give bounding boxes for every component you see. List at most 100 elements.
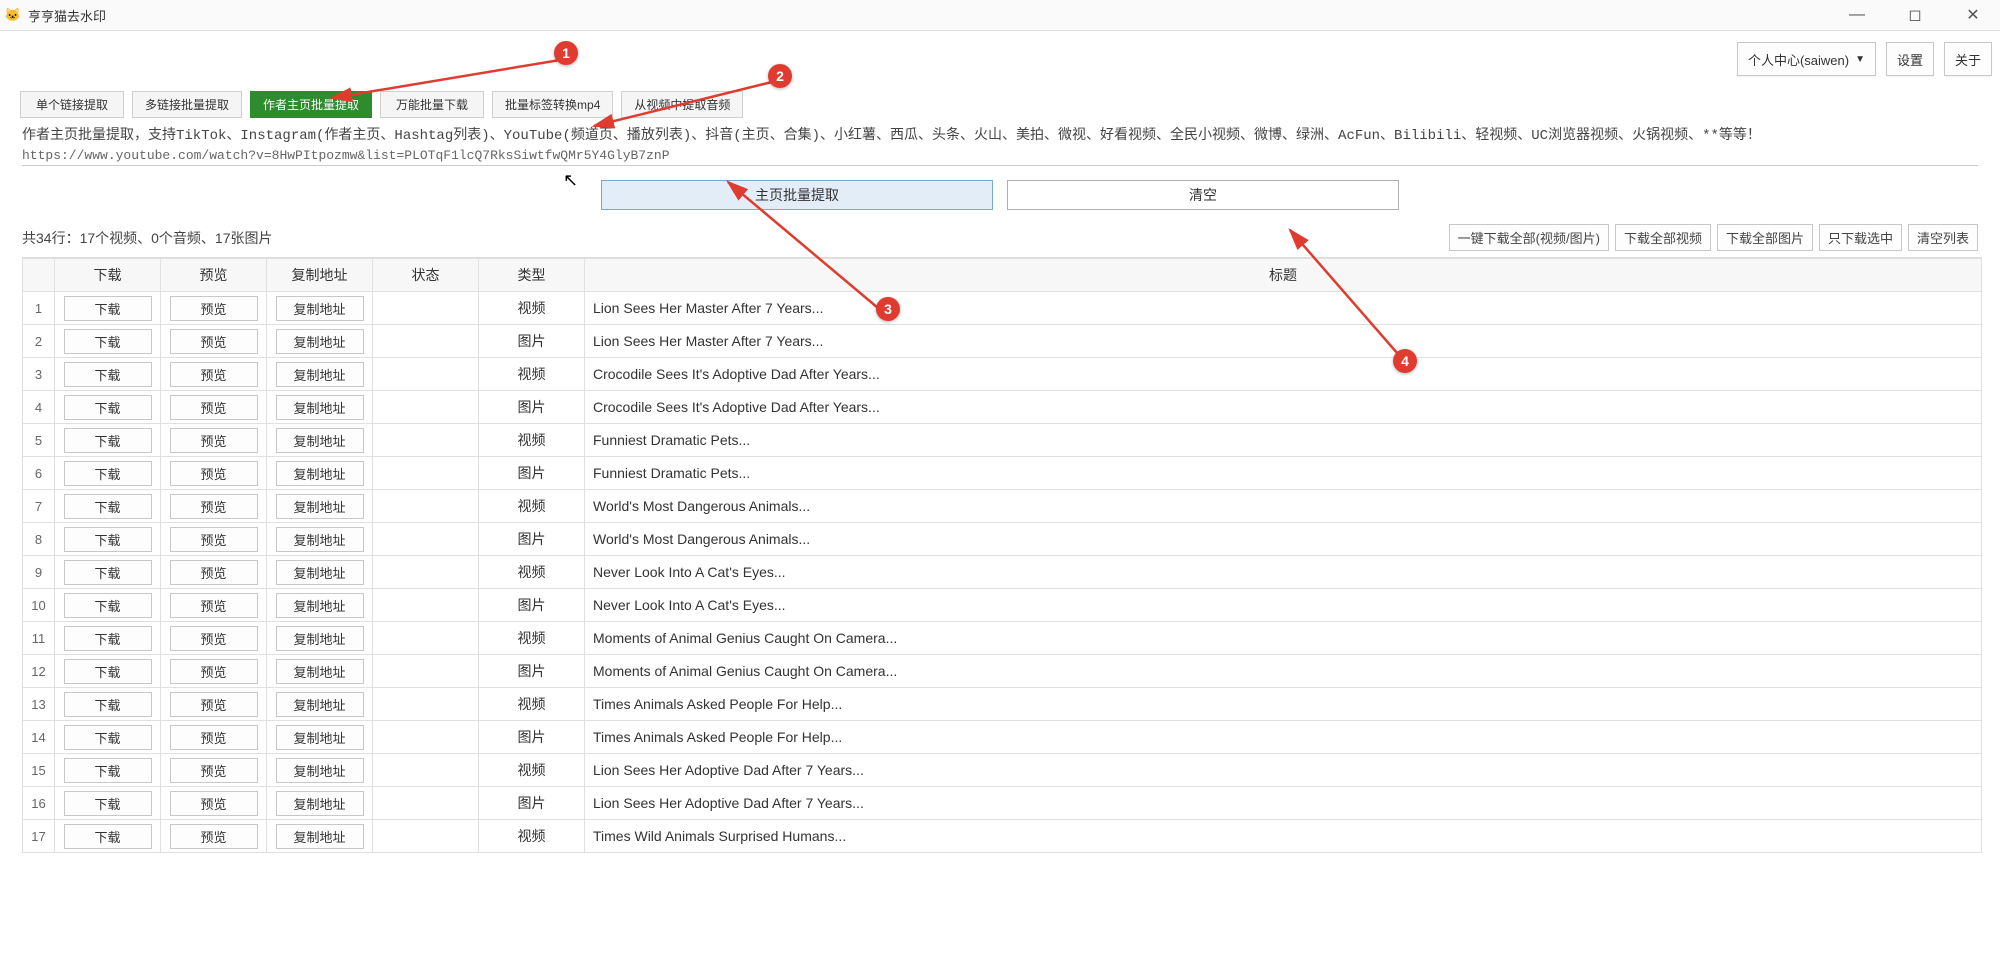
row-preview-button[interactable]: 预览 <box>170 659 258 684</box>
clear-list-button[interactable]: 清空列表 <box>1908 224 1978 251</box>
row-preview-button[interactable]: 预览 <box>170 362 258 387</box>
cell-copy: 复制地址 <box>267 490 373 523</box>
table-row[interactable]: 3下载预览复制地址视频Crocodile Sees It's Adoptive … <box>23 358 1982 391</box>
row-preview-button[interactable]: 预览 <box>170 791 258 816</box>
table-row[interactable]: 12下载预览复制地址图片Moments of Animal Genius Cau… <box>23 655 1982 688</box>
row-preview-button[interactable]: 预览 <box>170 725 258 750</box>
table-row[interactable]: 9下载预览复制地址视频Never Look Into A Cat's Eyes.… <box>23 556 1982 589</box>
row-preview-button[interactable]: 预览 <box>170 692 258 717</box>
extract-button[interactable]: 主页批量提取 <box>601 180 993 210</box>
row-download-button[interactable]: 下载 <box>64 659 152 684</box>
table-row[interactable]: 11下载预览复制地址视频Moments of Animal Genius Cau… <box>23 622 1982 655</box>
row-download-button[interactable]: 下载 <box>64 395 152 420</box>
cell-preview: 预览 <box>161 523 267 556</box>
url-input[interactable] <box>22 146 1978 166</box>
row-preview-button[interactable]: 预览 <box>170 626 258 651</box>
table-row[interactable]: 17下载预览复制地址视频Times Wild Animals Surprised… <box>23 820 1982 853</box>
row-copy-button[interactable]: 复制地址 <box>276 527 364 552</box>
table-row[interactable]: 7下载预览复制地址视频World's Most Dangerous Animal… <box>23 490 1982 523</box>
maximize-button[interactable]: ◻ <box>1892 2 1938 28</box>
table-row[interactable]: 13下载预览复制地址视频Times Animals Asked People F… <box>23 688 1982 721</box>
col-preview: 预览 <box>161 259 267 292</box>
table-row[interactable]: 10下载预览复制地址图片Never Look Into A Cat's Eyes… <box>23 589 1982 622</box>
settings-button[interactable]: 设置 <box>1886 42 1934 76</box>
row-preview-button[interactable]: 预览 <box>170 593 258 618</box>
window-title: 亨亨猫去水印 <box>28 6 1834 25</box>
row-copy-button[interactable]: 复制地址 <box>276 758 364 783</box>
download-selected-button[interactable]: 只下载选中 <box>1819 224 1902 251</box>
cell-title: Never Look Into A Cat's Eyes... <box>585 589 1982 622</box>
row-copy-button[interactable]: 复制地址 <box>276 494 364 519</box>
row-copy-button[interactable]: 复制地址 <box>276 560 364 585</box>
row-preview-button[interactable]: 预览 <box>170 329 258 354</box>
row-copy-button[interactable]: 复制地址 <box>276 395 364 420</box>
row-preview-button[interactable]: 预览 <box>170 560 258 585</box>
row-preview-button[interactable]: 预览 <box>170 296 258 321</box>
row-preview-button[interactable]: 预览 <box>170 461 258 486</box>
row-copy-button[interactable]: 复制地址 <box>276 791 364 816</box>
row-download-button[interactable]: 下载 <box>64 593 152 618</box>
tab-1[interactable]: 多链接批量提取 <box>132 91 242 118</box>
cell-type: 图片 <box>479 457 585 490</box>
cell-status <box>373 490 479 523</box>
table-row[interactable]: 8下载预览复制地址图片World's Most Dangerous Animal… <box>23 523 1982 556</box>
row-copy-button[interactable]: 复制地址 <box>276 692 364 717</box>
row-download-button[interactable]: 下载 <box>64 725 152 750</box>
download-images-button[interactable]: 下载全部图片 <box>1717 224 1813 251</box>
row-preview-button[interactable]: 预览 <box>170 395 258 420</box>
close-button[interactable]: ✕ <box>1950 2 1996 28</box>
clear-button[interactable]: 清空 <box>1007 180 1399 210</box>
table-row[interactable]: 4下载预览复制地址图片Crocodile Sees It's Adoptive … <box>23 391 1982 424</box>
table-row[interactable]: 5下载预览复制地址视频Funniest Dramatic Pets... <box>23 424 1982 457</box>
row-copy-button[interactable]: 复制地址 <box>276 659 364 684</box>
table-row[interactable]: 1下载预览复制地址视频Lion Sees Her Master After 7 … <box>23 292 1982 325</box>
row-download-button[interactable]: 下载 <box>64 428 152 453</box>
tab-0[interactable]: 单个链接提取 <box>20 91 124 118</box>
row-number: 2 <box>23 325 55 358</box>
row-download-button[interactable]: 下载 <box>64 527 152 552</box>
row-download-button[interactable]: 下载 <box>64 692 152 717</box>
row-download-button[interactable]: 下载 <box>64 362 152 387</box>
minimize-button[interactable]: — <box>1834 2 1880 28</box>
cell-copy: 复制地址 <box>267 688 373 721</box>
table-row[interactable]: 2下载预览复制地址图片Lion Sees Her Master After 7 … <box>23 325 1982 358</box>
tab-2[interactable]: 作者主页批量提取 <box>250 91 372 118</box>
download-videos-button[interactable]: 下载全部视频 <box>1615 224 1711 251</box>
row-download-button[interactable]: 下载 <box>64 824 152 849</box>
row-download-button[interactable]: 下载 <box>64 791 152 816</box>
row-copy-button[interactable]: 复制地址 <box>276 461 364 486</box>
row-download-button[interactable]: 下载 <box>64 758 152 783</box>
table-row[interactable]: 14下载预览复制地址图片Times Animals Asked People F… <box>23 721 1982 754</box>
row-copy-button[interactable]: 复制地址 <box>276 725 364 750</box>
row-download-button[interactable]: 下载 <box>64 494 152 519</box>
tab-3[interactable]: 万能批量下载 <box>380 91 484 118</box>
cell-preview: 预览 <box>161 754 267 787</box>
table-row[interactable]: 6下载预览复制地址图片Funniest Dramatic Pets... <box>23 457 1982 490</box>
table-row[interactable]: 16下载预览复制地址图片Lion Sees Her Adoptive Dad A… <box>23 787 1982 820</box>
row-copy-button[interactable]: 复制地址 <box>276 362 364 387</box>
row-preview-button[interactable]: 预览 <box>170 824 258 849</box>
user-center-dropdown[interactable]: 个人中心(saiwen) ▼ <box>1737 42 1876 76</box>
cell-download: 下载 <box>55 721 161 754</box>
download-all-button[interactable]: 一键下载全部(视频/图片) <box>1449 224 1609 251</box>
row-preview-button[interactable]: 预览 <box>170 428 258 453</box>
table-row[interactable]: 15下载预览复制地址视频Lion Sees Her Adoptive Dad A… <box>23 754 1982 787</box>
row-download-button[interactable]: 下载 <box>64 461 152 486</box>
tab-4[interactable]: 批量标签转换mp4 <box>492 91 613 118</box>
row-download-button[interactable]: 下载 <box>64 329 152 354</box>
about-button[interactable]: 关于 <box>1944 42 1992 76</box>
row-copy-button[interactable]: 复制地址 <box>276 626 364 651</box>
row-preview-button[interactable]: 预览 <box>170 527 258 552</box>
row-copy-button[interactable]: 复制地址 <box>276 428 364 453</box>
row-preview-button[interactable]: 预览 <box>170 494 258 519</box>
row-copy-button[interactable]: 复制地址 <box>276 824 364 849</box>
row-preview-button[interactable]: 预览 <box>170 758 258 783</box>
row-copy-button[interactable]: 复制地址 <box>276 329 364 354</box>
cell-preview: 预览 <box>161 325 267 358</box>
tab-5[interactable]: 从视频中提取音频 <box>621 91 743 118</box>
row-download-button[interactable]: 下载 <box>64 626 152 651</box>
row-download-button[interactable]: 下载 <box>64 296 152 321</box>
row-download-button[interactable]: 下载 <box>64 560 152 585</box>
row-copy-button[interactable]: 复制地址 <box>276 296 364 321</box>
row-copy-button[interactable]: 复制地址 <box>276 593 364 618</box>
